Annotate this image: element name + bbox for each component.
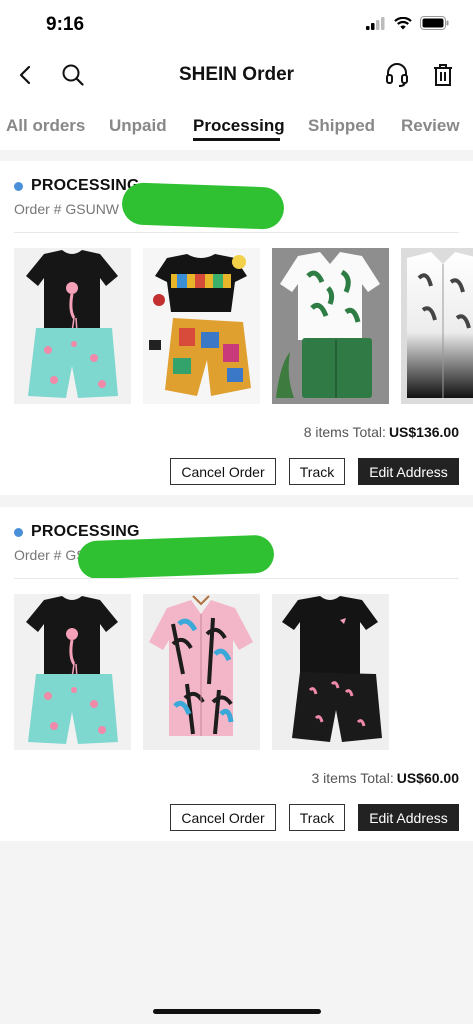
product-thumbnail[interactable] — [14, 594, 131, 750]
order-number-prefix: Order # — [14, 547, 62, 563]
product-thumbnail[interactable] — [143, 248, 260, 404]
order-total: 3 items Total: US$60.00 — [311, 770, 459, 786]
tab-review[interactable]: Review — [401, 116, 460, 136]
status-dot — [14, 527, 23, 537]
order-card[interactable]: PROCESSING Order # GS 3 items Total: US$… — [0, 507, 473, 841]
redaction-mark — [121, 182, 285, 230]
order-number: Order # GS — [14, 547, 86, 563]
colorblock-tee-shorts-set-icon — [149, 254, 251, 396]
nav-header: SHEIN Order — [0, 50, 473, 102]
cancel-order-button[interactable]: Cancel Order — [170, 804, 276, 831]
edit-address-button[interactable]: Edit Address — [358, 804, 459, 831]
status-dot — [14, 181, 23, 191]
ombre-leaf-shirt-icon — [407, 252, 473, 398]
card-divider — [14, 232, 459, 233]
product-thumbnail[interactable] — [272, 594, 389, 750]
order-total: 8 items Total: US$136.00 — [304, 424, 459, 440]
edit-address-button[interactable]: Edit Address — [358, 458, 459, 485]
palm-print-shirt-icon — [149, 595, 253, 736]
tropical-leaf-shirt-shorts-set-icon — [276, 252, 380, 398]
product-thumbnail[interactable] — [14, 248, 131, 404]
status-bar: 9:16 — [0, 0, 473, 50]
flamingo-tee-shorts-set-icon — [26, 596, 118, 744]
order-actions: Cancel Order Track Edit Address — [170, 458, 459, 485]
order-tabs: All orders Unpaid Processing Shipped Rev… — [0, 102, 473, 150]
order-total-label: 3 items Total: — [311, 770, 394, 786]
tab-unpaid[interactable]: Unpaid — [109, 116, 167, 136]
order-items — [14, 248, 473, 404]
flamingo-tee-shorts-set-icon — [26, 250, 118, 398]
order-number-value: GSUNW — [65, 201, 120, 217]
order-actions: Cancel Order Track Edit Address — [170, 804, 459, 831]
order-status: PROCESSING — [14, 523, 140, 541]
active-tab-indicator — [193, 138, 280, 141]
black-tee-flamingo-shorts-set-icon — [282, 596, 382, 742]
status-time: 9:16 — [46, 14, 85, 35]
order-status-label: PROCESSING — [31, 177, 140, 194]
customer-service-icon[interactable] — [384, 62, 410, 88]
order-status-label: PROCESSING — [31, 523, 140, 540]
home-indicator[interactable] — [153, 1009, 321, 1014]
battery-icon — [420, 16, 449, 30]
trash-icon[interactable] — [430, 62, 456, 88]
tab-processing[interactable]: Processing — [193, 116, 285, 136]
redaction-mark — [77, 534, 275, 580]
product-thumbnail[interactable] — [143, 594, 260, 750]
order-total-amount: US$60.00 — [396, 770, 459, 786]
order-items — [14, 594, 389, 750]
order-total-amount: US$136.00 — [388, 424, 459, 440]
product-thumbnail[interactable] — [401, 248, 473, 404]
order-total-label: 8 items Total: — [303, 424, 386, 440]
status-icons — [366, 16, 449, 30]
order-number-prefix: Order # — [14, 201, 62, 217]
order-number: Order # GSUNW — [14, 201, 119, 217]
signal-icon — [366, 16, 385, 30]
track-button[interactable]: Track — [289, 804, 345, 831]
order-status: PROCESSING — [14, 177, 140, 195]
order-card[interactable]: PROCESSING Order # GSUNW 8 items Total: … — [0, 161, 473, 495]
card-divider — [14, 578, 459, 579]
cancel-order-button[interactable]: Cancel Order — [170, 458, 276, 485]
wifi-icon — [394, 16, 412, 29]
track-button[interactable]: Track — [289, 458, 345, 485]
tab-all-orders[interactable]: All orders — [6, 116, 85, 136]
product-thumbnail[interactable] — [272, 248, 389, 404]
tab-shipped[interactable]: Shipped — [308, 116, 375, 136]
